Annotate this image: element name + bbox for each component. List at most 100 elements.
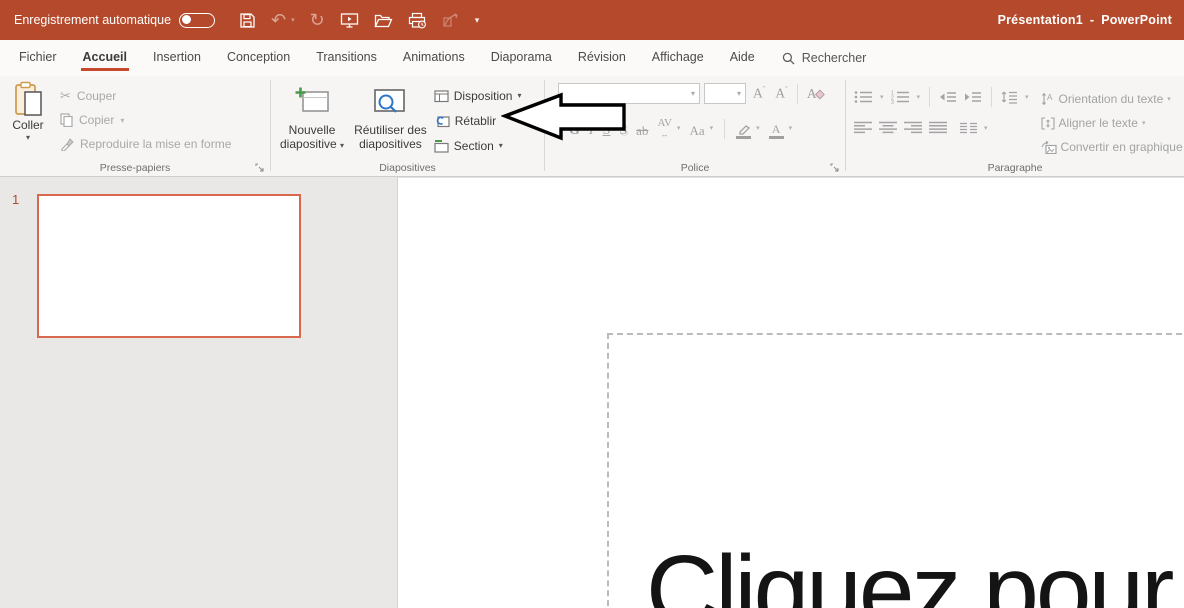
tab-diaporama[interactable]: Diaporama bbox=[478, 40, 565, 76]
autosave-toggle-icon[interactable] bbox=[179, 13, 215, 28]
title-separator: - bbox=[1090, 13, 1094, 27]
highlight-color-button[interactable] bbox=[736, 124, 751, 140]
tab-conception[interactable]: Conception bbox=[214, 40, 303, 76]
font-color-dropdown-icon[interactable]: ▾ bbox=[789, 124, 793, 132]
tab-revision[interactable]: Révision bbox=[565, 40, 639, 76]
disabled-command-icon[interactable] bbox=[442, 10, 460, 30]
columns-button[interactable] bbox=[960, 122, 977, 134]
paste-dropdown-icon[interactable]: ▾ bbox=[26, 133, 30, 142]
clear-formatting-button[interactable]: A bbox=[804, 86, 825, 102]
font-color-button[interactable]: A bbox=[769, 124, 784, 140]
align-text-button[interactable]: Aligner le texte ▾ bbox=[1041, 111, 1183, 135]
text-orientation-dropdown-icon[interactable]: ▾ bbox=[1167, 95, 1171, 103]
tab-insertion[interactable]: Insertion bbox=[140, 40, 214, 76]
highlight-dropdown-icon[interactable]: ▾ bbox=[756, 124, 760, 132]
font-name-dropdown-icon[interactable]: ▾ bbox=[691, 89, 695, 98]
align-center-button[interactable] bbox=[879, 121, 897, 134]
reuse-slides-button[interactable]: Réutiliser des diapositives bbox=[349, 80, 432, 160]
change-case-button[interactable]: Aa bbox=[689, 123, 704, 139]
toggle-knob bbox=[182, 15, 191, 24]
increase-indent-button[interactable] bbox=[964, 91, 982, 104]
align-text-icon bbox=[1041, 117, 1055, 130]
bullets-button[interactable] bbox=[854, 90, 873, 104]
shrink-font-button[interactable]: Aˇ bbox=[772, 85, 790, 102]
spacing-dropdown-icon[interactable]: ▾ bbox=[677, 124, 681, 132]
separator bbox=[929, 87, 930, 107]
undo-dropdown-icon[interactable]: ▾ bbox=[291, 10, 295, 30]
paste-label: Coller bbox=[12, 118, 43, 132]
tab-accueil[interactable]: Accueil bbox=[70, 40, 140, 76]
numbering-button[interactable]: 123 bbox=[891, 90, 910, 104]
bullets-dropdown-icon[interactable]: ▾ bbox=[880, 93, 884, 101]
align-right-button[interactable] bbox=[904, 121, 922, 134]
paste-button[interactable]: Coller ▾ bbox=[4, 80, 52, 160]
justify-button[interactable] bbox=[929, 121, 947, 134]
reset-icon bbox=[434, 114, 450, 128]
layout-icon bbox=[434, 89, 449, 103]
copy-icon bbox=[60, 113, 73, 127]
autosave-toggle-group[interactable]: Enregistrement automatique bbox=[14, 13, 215, 28]
cut-button[interactable]: ✂ Couper bbox=[60, 84, 231, 108]
spacing-arrows-icon: ↔ bbox=[661, 131, 669, 139]
convert-smartart-icon bbox=[1041, 141, 1057, 154]
line-spacing-button[interactable] bbox=[1001, 90, 1018, 104]
main-content: 1 Cliquez pour bbox=[0, 177, 1184, 608]
autosave-label: Enregistrement automatique bbox=[14, 13, 171, 27]
decrease-indent-button[interactable] bbox=[939, 91, 957, 104]
new-slide-icon bbox=[294, 81, 330, 123]
titlebar: Enregistrement automatique ↶ ▾ ↻ ▾ Prése… bbox=[0, 0, 1184, 40]
save-icon[interactable] bbox=[239, 10, 256, 30]
slide-canvas[interactable]: Cliquez pour bbox=[397, 177, 1184, 608]
new-slide-label-line1: Nouvelle bbox=[289, 123, 336, 137]
tab-affichage[interactable]: Affichage bbox=[639, 40, 717, 76]
format-painter-button[interactable]: Reproduire la mise en forme bbox=[60, 132, 231, 156]
quick-access-toolbar: ↶ ▾ ↻ ▾ bbox=[239, 10, 479, 30]
case-dropdown-icon[interactable]: ▾ bbox=[710, 124, 714, 132]
font-dialog-launcher-icon[interactable] bbox=[830, 163, 840, 173]
clipboard-dialog-launcher-icon[interactable] bbox=[255, 163, 265, 173]
new-slide-button[interactable]: Nouvelle diapositive ▾ bbox=[275, 80, 349, 160]
align-left-button[interactable] bbox=[854, 121, 872, 134]
new-slide-dropdown-icon[interactable]: ▾ bbox=[340, 141, 344, 150]
cut-label: Couper bbox=[77, 89, 116, 103]
columns-dropdown-icon[interactable]: ▾ bbox=[984, 124, 988, 132]
strikethrough-button[interactable]: ab bbox=[636, 123, 648, 139]
quick-print-icon[interactable] bbox=[408, 10, 427, 30]
svg-text:3: 3 bbox=[891, 100, 894, 104]
section-label: Section bbox=[454, 139, 494, 153]
document-name: Présentation1 bbox=[998, 13, 1083, 27]
reuse-slides-label-line1: Réutiliser des bbox=[354, 123, 427, 137]
font-size-combobox[interactable]: ▾ bbox=[704, 83, 746, 104]
tab-aide[interactable]: Aide bbox=[717, 40, 768, 76]
text-orientation-button[interactable]: A Orientation du texte ▾ bbox=[1041, 87, 1183, 111]
format-painter-icon bbox=[60, 137, 74, 151]
separator bbox=[991, 87, 992, 107]
copy-dropdown-icon[interactable]: ▾ bbox=[120, 116, 124, 125]
start-slideshow-icon[interactable] bbox=[340, 10, 359, 30]
search-box[interactable]: Rechercher bbox=[782, 51, 867, 65]
redo-icon[interactable]: ↻ bbox=[310, 10, 325, 30]
line-spacing-dropdown-icon[interactable]: ▾ bbox=[1025, 93, 1029, 101]
grow-font-button[interactable]: Aˆ bbox=[750, 85, 768, 102]
undo-icon[interactable]: ↶ bbox=[271, 10, 286, 30]
convert-to-smartart-button[interactable]: Convertir en graphique bbox=[1041, 135, 1183, 159]
open-file-icon[interactable] bbox=[374, 10, 393, 30]
title-placeholder-text[interactable]: Cliquez pour bbox=[646, 534, 1171, 608]
reset-label: Rétablir bbox=[455, 114, 496, 128]
tab-fichier[interactable]: Fichier bbox=[6, 40, 70, 76]
font-size-dropdown-icon[interactable]: ▾ bbox=[737, 89, 741, 98]
app-name: PowerPoint bbox=[1101, 13, 1172, 27]
svg-text:A: A bbox=[1047, 93, 1053, 102]
separator bbox=[724, 119, 725, 139]
clipboard-paste-icon bbox=[13, 81, 44, 118]
customize-qat-icon[interactable]: ▾ bbox=[475, 10, 480, 30]
section-icon bbox=[434, 139, 449, 153]
align-text-dropdown-icon[interactable]: ▾ bbox=[1142, 119, 1146, 127]
character-spacing-button[interactable]: AV ↔ bbox=[657, 115, 671, 139]
numbering-dropdown-icon[interactable]: ▾ bbox=[917, 93, 921, 101]
slide-thumbnail[interactable] bbox=[37, 194, 301, 338]
tab-animations[interactable]: Animations bbox=[390, 40, 478, 76]
copy-button[interactable]: Copier ▾ bbox=[60, 108, 231, 132]
font-color-bar bbox=[769, 136, 784, 140]
tab-transitions[interactable]: Transitions bbox=[303, 40, 390, 76]
